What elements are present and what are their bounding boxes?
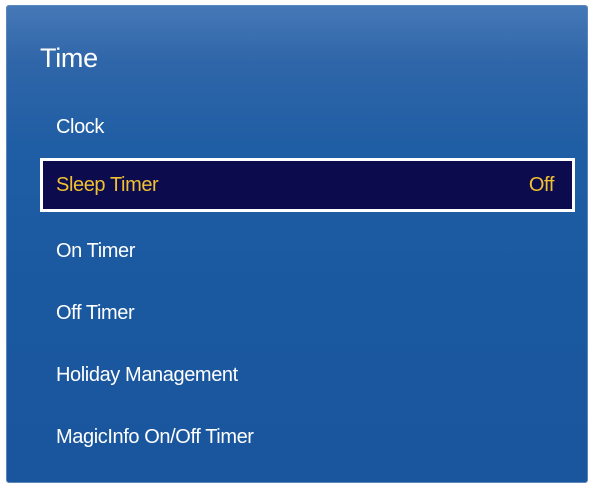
menu-item-label: Clock [56,116,105,138]
menu-item-magicinfo-on-off-timer[interactable]: MagicInfo On/Off Timer [40,410,575,464]
menu-item-label: Holiday Management [56,364,238,386]
menu-title: Time [40,43,98,73]
menu-item-on-timer[interactable]: On Timer [40,224,575,278]
menu-item-label: Off Timer [56,302,135,324]
menu-item-label: MagicInfo On/Off Timer [56,426,254,448]
menu-item-sleep-timer[interactable]: Sleep Timer Off [40,158,575,212]
menu-item-off-timer[interactable]: Off Timer [40,286,575,340]
menu-item-label: Sleep Timer [56,174,159,196]
menu-item-clock[interactable]: Clock [40,100,575,154]
menu-item-holiday-management[interactable]: Holiday Management [40,348,575,402]
time-menu-panel: Time Clock Sleep Timer Off On Timer Off … [6,5,588,483]
menu-item-label: On Timer [56,240,136,262]
menu-item-value: Off [528,174,555,196]
